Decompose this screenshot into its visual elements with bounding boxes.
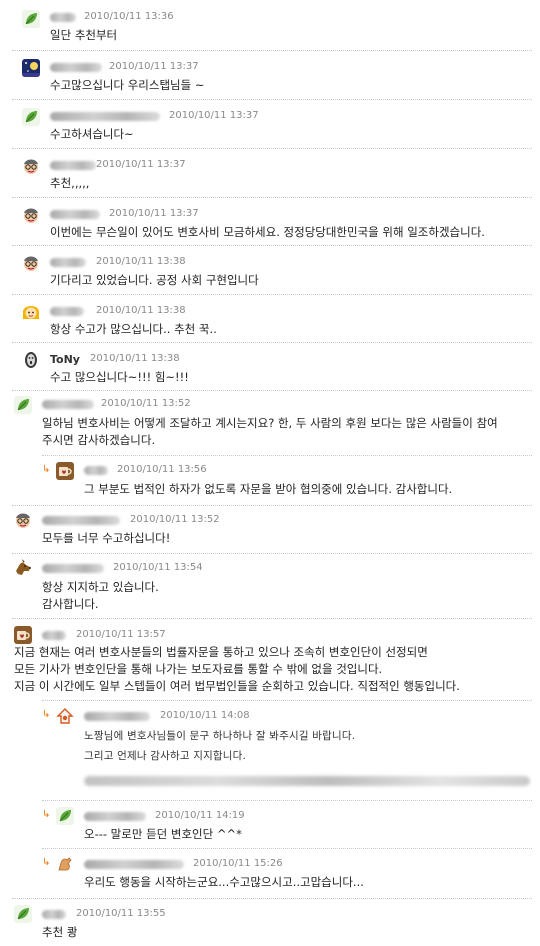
- face-glasses-icon: [14, 511, 32, 529]
- comment-text: 모두를 너무 수고하십니다!: [42, 531, 171, 545]
- comment-item: 2010/10/11 13:57 지금 현재는 여러 변호사분들의 법률자문을 …: [0, 618, 540, 700]
- comment-item: 2010/10/11 13:37 이번에는 무슨일이 있어도 변호사비 모금하세…: [0, 197, 540, 245]
- reply-item: ↳ 2010/10/11 14:08 노짱님에 변호사님들이 문구 하나하나 잘…: [0, 700, 540, 800]
- reply-arrow-icon: ↳: [42, 709, 51, 720]
- leaf-icon: [22, 108, 40, 126]
- comment-item: 2010/10/11 13:52 일하님 변호사비는 어떻게 조달하고 계시는지…: [0, 390, 540, 455]
- face-glasses-icon: [22, 254, 40, 272]
- comment-timestamp: 2010/10/11 13:38: [96, 256, 186, 267]
- author-name-blurred: [42, 400, 94, 409]
- comment-item: 2010/10/11 13:37 수고많으십니다 우리스탭님들 ~: [0, 50, 540, 98]
- dog-icon: [14, 559, 32, 577]
- comment-item: 2010/10/11 13:55 추천 쾅: [0, 898, 540, 946]
- comment-timestamp: 2010/10/11 13:54: [113, 562, 203, 573]
- reply-arrow-icon: ↳: [42, 464, 51, 475]
- comment-text: 수고 많으십니다~!!! 힘~!!!: [50, 370, 189, 384]
- comment-item: 2010/10/11 13:36 일단 추천부터: [0, 0, 540, 48]
- comment-text: 기다리고 있었습니다. 공정 사회 구현입니다: [50, 273, 259, 287]
- comment-timestamp: 2010/10/11 13:56: [117, 464, 207, 475]
- author-name-blurred: [50, 63, 102, 72]
- author-name-blurred: [42, 910, 66, 919]
- leaf-icon: [22, 10, 40, 28]
- face-yellow-icon: [22, 303, 40, 321]
- comment-timestamp: 2010/10/11 13:38: [90, 353, 180, 364]
- comment-timestamp: 2010/10/11 13:37: [169, 110, 259, 121]
- house-icon: [56, 707, 74, 725]
- reply-arrow-icon: ↳: [42, 809, 51, 820]
- comment-text: 일하님 변호사비는 어떻게 조달하고 계시는지요? 한, 두 사람의 후원 보다…: [42, 416, 498, 447]
- author-name-blurred: [42, 516, 120, 525]
- author-name-blurred: [50, 112, 160, 121]
- comment-text: 오--- 말로만 듣던 변호인단 ^^*: [84, 827, 242, 841]
- author-name-blurred: [84, 860, 184, 869]
- blurred-signature: [84, 776, 530, 786]
- comment-item: 2010/10/11 13:38 항상 수고가 많으십니다.. 추천 꾹..: [0, 294, 540, 342]
- author-name-blurred: [50, 210, 100, 219]
- leaf-icon: [14, 905, 32, 923]
- comment-item: 2010/10/11 13:38 기다리고 있었습니다. 공정 사회 구현입니다: [0, 245, 540, 293]
- muscle-arm-icon: [56, 855, 74, 873]
- comment-text: 추천,,,,,: [50, 176, 90, 190]
- comment-timestamp: 2010/10/11 13:52: [130, 514, 220, 525]
- comment-timestamp: 2010/10/11 13:37: [109, 61, 199, 72]
- comment-text: 지금 현재는 여러 변호사분들의 법률자문을 통하고 있으나 조속히 변호인단이…: [14, 645, 460, 693]
- comment-item: 2010/10/11 13:52 모두를 너무 수고하십니다!: [0, 505, 540, 553]
- author-name: ToNy: [50, 353, 80, 366]
- comment-text: 노짱님에 변호사님들이 문구 하나하나 잘 봐주시길 바랍니다. 그리고 언제나…: [84, 730, 356, 762]
- comment-timestamp: 2010/10/11 13:57: [76, 629, 166, 640]
- comment-timestamp: 2010/10/11 14:08: [160, 710, 250, 721]
- comment-text: 수고하셔습니다~: [50, 127, 134, 141]
- comment-text: 수고많으십니다 우리스탭님들 ~: [50, 78, 205, 92]
- comment-timestamp: 2010/10/11 13:38: [96, 305, 186, 316]
- comment-timestamp: 2010/10/11 13:55: [76, 908, 166, 919]
- comment-timestamp: 2010/10/11 13:37: [109, 208, 199, 219]
- author-name-blurred: [84, 466, 108, 475]
- reply-item: ↳ 2010/10/11 15:26 우리도 행동을 시작하는군요...수고많으…: [0, 848, 540, 898]
- comment-text: 그 부분도 법적인 하자가 없도록 자문을 받아 협의중에 있습니다. 감사합니…: [84, 482, 453, 496]
- author-name-blurred: [50, 258, 86, 267]
- comment-text: 우리도 행동을 시작하는군요...수고많으시고..고맙습니다...: [84, 875, 364, 889]
- comment-item: 2010/10/11 13:37 추천,,,,,: [0, 148, 540, 196]
- comment-text: 이번에는 무슨일이 있어도 변호사비 모금하세요. 정정당당대한민국을 위해 일…: [50, 225, 485, 239]
- comment-text: 추천 쾅: [42, 925, 78, 939]
- comment-timestamp: 2010/10/11 13:36: [84, 11, 174, 22]
- cup-icon: [14, 626, 32, 644]
- comment-timestamp: 2010/10/11 13:52: [101, 398, 191, 409]
- comment-text: 항상 수고가 많으십니다.. 추천 꾹..: [50, 322, 217, 336]
- author-name-blurred: [50, 307, 84, 316]
- comment-item: ToNy 2010/10/11 13:38 수고 많으십니다~!!! 힘~!!!: [0, 342, 540, 390]
- author-name-blurred: [50, 13, 76, 22]
- cup-icon: [56, 462, 74, 480]
- reply-item: ↳ 2010/10/11 14:19 오--- 말로만 듣던 변호인단 ^^*: [0, 800, 540, 848]
- reply-item: ↳ 2010/10/11 13:56 그 부분도 법적인 하자가 없도록 자문을…: [0, 455, 540, 505]
- author-name-blurred: [42, 564, 104, 573]
- leaf-icon: [56, 807, 74, 825]
- scream-face-icon: [22, 351, 40, 369]
- face-glasses-icon: [22, 157, 40, 175]
- comment-timestamp: 2010/10/11 13:37: [96, 159, 186, 170]
- comment-item: 2010/10/11 13:37 수고하셔습니다~: [0, 99, 540, 147]
- author-name-blurred: [84, 712, 150, 721]
- author-name-blurred: [84, 812, 146, 821]
- comment-timestamp: 2010/10/11 14:19: [155, 810, 245, 821]
- comment-timestamp: 2010/10/11 15:26: [193, 858, 283, 869]
- author-name-blurred: [42, 631, 66, 640]
- comment-text: 일단 추천부터: [50, 28, 118, 42]
- comment-text: 항상 지지하고 있습니다. 감사합니다.: [42, 580, 159, 611]
- comment-item: 2010/10/11 13:54 항상 지지하고 있습니다. 감사합니다.: [0, 553, 540, 618]
- reply-arrow-icon: ↳: [42, 857, 51, 868]
- moon-night-icon: [22, 59, 40, 77]
- face-glasses-icon: [22, 206, 40, 224]
- author-name-blurred: [50, 161, 96, 170]
- leaf-icon: [14, 396, 32, 414]
